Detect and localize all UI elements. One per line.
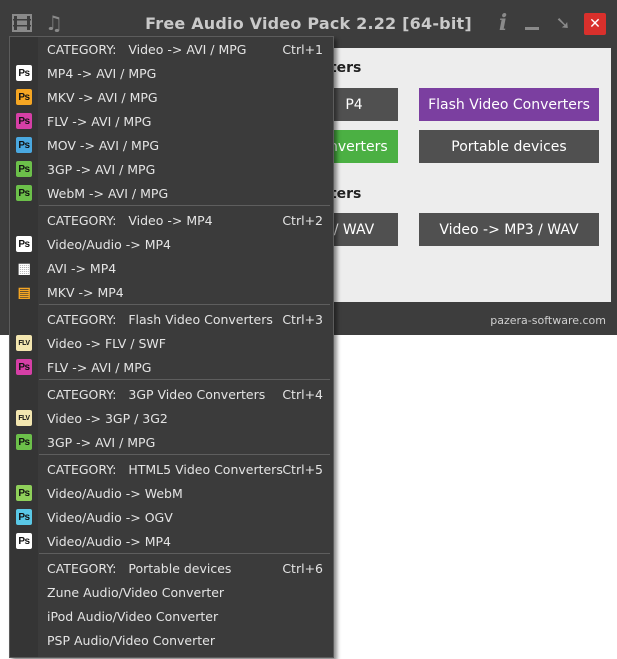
menu-item[interactable]: Ps Video/Audio -> OGV — [10, 505, 333, 529]
close-button[interactable]: ✕ — [584, 13, 606, 35]
tile-flash-video-converters[interactable]: Flash Video Converters — [419, 88, 599, 121]
menu-item-label: Video/Audio -> OGV — [47, 510, 173, 525]
menu-item[interactable]: ▤ MKV -> MP4 — [10, 280, 333, 304]
menu-item-label: Video/Audio -> WebM — [47, 486, 183, 501]
menu-item[interactable]: Ps MOV -> AVI / MPG — [10, 133, 333, 157]
ps-white-icon: Ps — [16, 65, 32, 81]
menu-category-item[interactable]: CATEGORY: Flash Video Converters Ctrl+3 — [10, 307, 333, 331]
menu-shortcut: Ctrl+2 — [282, 213, 323, 228]
film-icon: ▦ — [17, 259, 31, 276]
ps-cyan-icon: Ps — [16, 509, 32, 525]
menu-item[interactable]: FLV Video -> FLV / SWF — [10, 331, 333, 355]
menu-item[interactable]: ▦ AVI -> MP4 — [10, 256, 333, 280]
minimize-button[interactable] — [520, 11, 544, 35]
menu-shortcut: Ctrl+6 — [282, 561, 323, 576]
menu-item-label: Video/Audio -> MP4 — [47, 237, 171, 252]
restore-button[interactable]: ➘ — [551, 11, 575, 35]
menu-item-label: CATEGORY: Video -> MP4 — [47, 213, 213, 228]
menu-item[interactable]: Zune Audio/Video Converter — [10, 580, 333, 604]
info-icon[interactable]: i — [491, 10, 515, 36]
menu-item[interactable]: Ps FLV -> AVI / MPG — [10, 355, 333, 379]
ps-blue-icon: Ps — [16, 137, 32, 153]
menu-item-label: 3GP -> AVI / MPG — [47, 162, 156, 177]
flv-icon: FLV — [16, 335, 32, 351]
menu-item[interactable]: Ps 3GP -> AVI / MPG — [10, 157, 333, 181]
menu-shortcut: Ctrl+1 — [282, 42, 323, 57]
menu-item-label: MKV -> AVI / MPG — [47, 90, 158, 105]
menu-item[interactable]: Ps 3GP -> AVI / MPG — [10, 430, 333, 454]
menu-item-label: PSP Audio/Video Converter — [47, 633, 215, 648]
menu-item-label: FLV -> AVI / MPG — [47, 114, 152, 129]
menu-item-label: AVI -> MP4 — [47, 261, 117, 276]
ps-magenta-icon: Ps — [16, 113, 32, 129]
menu-item[interactable]: Ps Video/Audio -> MP4 — [10, 529, 333, 553]
menu-item-label: iPod Audio/Video Converter — [47, 609, 219, 624]
menu-item-label: Video -> 3GP / 3G2 — [47, 411, 168, 426]
menu-item[interactable]: Ps Video/Audio -> MP4 — [10, 232, 333, 256]
menu-item-label: Video -> FLV / SWF — [47, 336, 166, 351]
menu-shortcut: Ctrl+3 — [282, 312, 323, 327]
menu-shortcut: Ctrl+4 — [282, 387, 323, 402]
menu-separator — [39, 304, 330, 305]
ps-green-icon: Ps — [16, 161, 32, 177]
menu-category-item[interactable]: CATEGORY: Video -> AVI / MPG Ctrl+1 — [10, 37, 333, 61]
ps-magenta-icon: Ps — [16, 359, 32, 375]
website-link[interactable]: pazera-software.com — [490, 314, 606, 327]
menu-item[interactable]: PSP Audio/Video Converter — [10, 628, 333, 652]
ps-white-icon: Ps — [16, 533, 32, 549]
ps-white-icon: Ps — [16, 236, 32, 252]
menu-item[interactable]: iPod Audio/Video Converter — [10, 604, 333, 628]
ps-orange-icon: Ps — [16, 89, 32, 105]
menu-item[interactable]: Ps WebM -> AVI / MPG — [10, 181, 333, 205]
ps-green-icon: Ps — [16, 185, 32, 201]
menu-item-label: FLV -> AVI / MPG — [47, 360, 152, 375]
menu-separator — [39, 205, 330, 206]
menu-category-item[interactable]: CATEGORY: Portable devices Ctrl+6 — [10, 556, 333, 580]
tile-video-mp3-wav[interactable]: Video -> MP3 / WAV — [419, 213, 599, 246]
menu-category-item[interactable]: CATEGORY: HTML5 Video Converters Ctrl+5 — [10, 457, 333, 481]
ps-green-icon: Ps — [16, 434, 32, 450]
ps-green-icon: Ps — [16, 485, 32, 501]
menu-item-label: CATEGORY: 3GP Video Converters — [47, 387, 266, 402]
menu-item[interactable]: Ps MKV -> AVI / MPG — [10, 85, 333, 109]
menu-item-label: CATEGORY: HTML5 Video Converters — [47, 462, 283, 477]
menu-item-label: MKV -> MP4 — [47, 285, 124, 300]
menu-item[interactable]: Ps MP4 -> AVI / MPG — [10, 61, 333, 85]
menu-separator — [39, 454, 330, 455]
menu-item-label: CATEGORY: Portable devices — [47, 561, 232, 576]
minimize-icon — [525, 26, 539, 30]
menu-separator — [39, 379, 330, 380]
menu-item-label: MP4 -> AVI / MPG — [47, 66, 157, 81]
menu-category-item[interactable]: CATEGORY: Video -> MP4 Ctrl+2 — [10, 208, 333, 232]
menu-item-label: Video/Audio -> MP4 — [47, 534, 171, 549]
menu-item-label: WebM -> AVI / MPG — [47, 186, 169, 201]
menu-item-label: MOV -> AVI / MPG — [47, 138, 160, 153]
dropdown-menu: CATEGORY: Video -> AVI / MPG Ctrl+1 Ps MP4 … — [9, 36, 334, 658]
menu-shortcut: Ctrl+5 — [282, 462, 323, 477]
menu-separator — [39, 553, 330, 554]
menu-item-label: CATEGORY: Video -> AVI / MPG — [47, 42, 247, 57]
menu-item[interactable]: Ps FLV -> AVI / MPG — [10, 109, 333, 133]
film-orange-icon: ▤ — [17, 283, 31, 300]
menu-category-item[interactable]: CATEGORY: 3GP Video Converters Ctrl+4 — [10, 382, 333, 406]
tile-portable-devices[interactable]: Portable devices — [419, 130, 599, 163]
menu-item[interactable]: FLV Video -> 3GP / 3G2 — [10, 406, 333, 430]
menu-item-label: 3GP -> AVI / MPG — [47, 435, 156, 450]
menu-item-label: Zune Audio/Video Converter — [47, 585, 225, 600]
menu-item-label: CATEGORY: Flash Video Converters — [47, 312, 273, 327]
flv-icon: FLV — [16, 410, 32, 426]
menu-item[interactable]: Ps Video/Audio -> WebM — [10, 481, 333, 505]
